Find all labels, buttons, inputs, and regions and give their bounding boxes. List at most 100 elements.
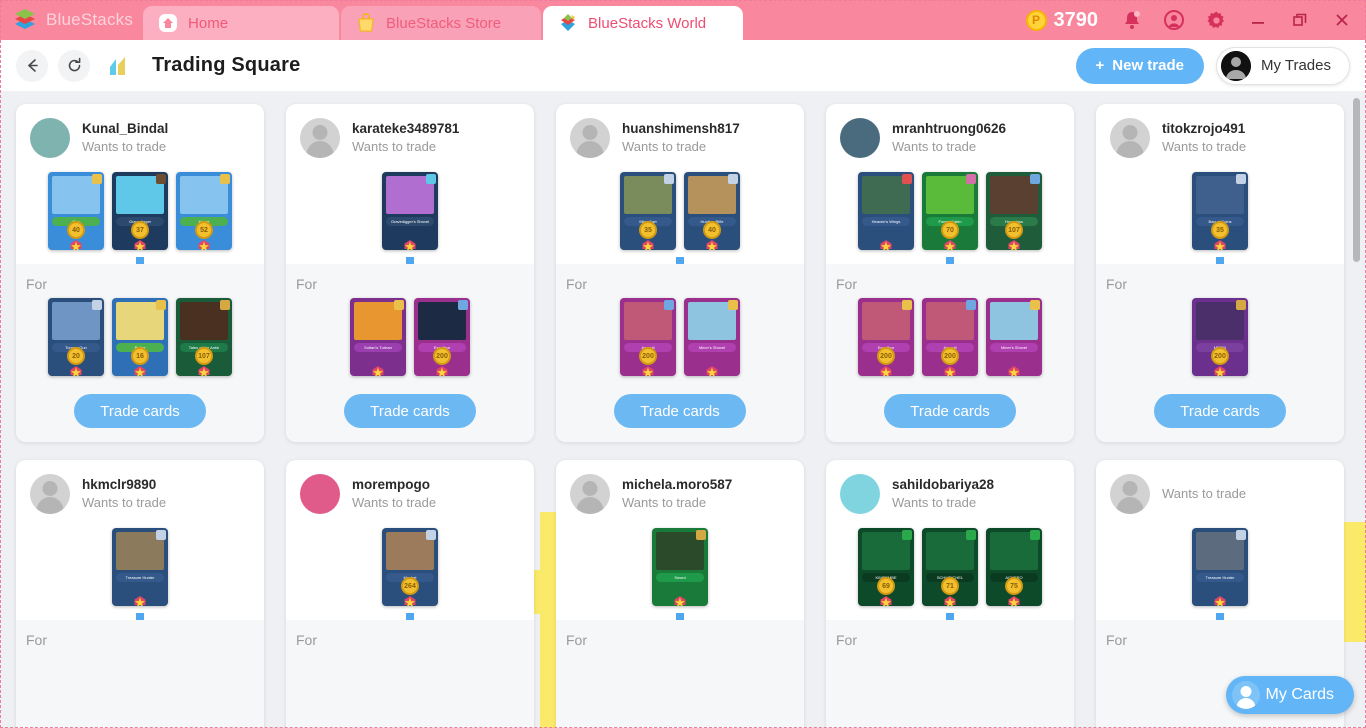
game-card[interactable]: Butter16★ [112, 298, 168, 376]
game-card[interactable]: Musket264★ [382, 528, 438, 606]
user-avatar[interactable] [570, 118, 610, 158]
game-card[interactable]: Forest Cabin70★ [922, 172, 978, 250]
user-avatar[interactable] [570, 474, 610, 514]
game-card[interactable]: MESSI200★ [1192, 298, 1248, 376]
rarity-badge-icon [1030, 174, 1040, 184]
minimize-button[interactable] [1238, 0, 1278, 40]
wants-to-trade-label: Wants to trade [82, 139, 167, 155]
scrollbar-thumb[interactable] [1353, 98, 1360, 262]
rarity-badge-icon [728, 174, 738, 184]
rarity-badge-icon [1236, 174, 1246, 184]
user-avatar[interactable] [840, 474, 880, 514]
user-avatar[interactable] [300, 474, 340, 514]
tab-bluestacks-world[interactable]: BlueStacks World [543, 6, 744, 40]
trade-cards-button[interactable]: Trade cards [1154, 394, 1286, 428]
trade-offer-card[interactable]: hkmclr9890 Wants to trade Treasure Hunter ★… [16, 460, 264, 728]
game-card[interactable]: Pup40★ [48, 172, 104, 250]
game-card[interactable]: Tommy Gun20★ [48, 298, 104, 376]
game-card-power: 75 [1005, 577, 1023, 595]
game-card[interactable]: Gravedigger's Shovel ★ [382, 172, 438, 250]
trade-offer-card[interactable]: michela.moro587 Wants to trade Sword ★ For [556, 460, 804, 728]
game-card[interactable]: Heaven's Wings ★ [858, 172, 914, 250]
game-card[interactable]: Gravedigger37★ [112, 172, 168, 250]
game-card[interactable]: Excalibur200★ [858, 298, 914, 376]
offered-cards: Treasure Hunter ★ [1096, 524, 1344, 620]
my-cards-button[interactable]: My Cards [1225, 676, 1354, 714]
requested-cards [296, 654, 524, 728]
game-card[interactable]: Treasure Hunter ★ [1192, 528, 1248, 606]
restore-button[interactable] [1280, 0, 1320, 40]
rarity-badge-icon [1030, 300, 1040, 310]
user-avatar[interactable] [30, 474, 70, 514]
points-counter[interactable]: P 3790 [1025, 9, 1098, 32]
rarity-badge-icon [902, 174, 912, 184]
game-card[interactable]: Tales of the Ankh107★ [176, 298, 232, 376]
game-card[interactable]: Assault200★ [620, 298, 676, 376]
trade-cards-button[interactable]: Trade cards [344, 394, 476, 428]
trade-card-header: Wants to trade [1096, 460, 1344, 524]
game-card[interactable]: Assault200★ [922, 298, 978, 376]
star-icon: ★ [880, 595, 892, 606]
trade-cards-button[interactable]: Trade cards [74, 394, 206, 428]
game-card-power: 264 [401, 577, 419, 595]
close-button[interactable] [1322, 0, 1362, 40]
user-avatar[interactable] [840, 118, 880, 158]
trade-offer-card[interactable]: sahildobariya28 Wants to trade KIMPEMBE69★… [826, 460, 1074, 728]
game-card[interactable]: KIMPEMBE69★ [858, 528, 914, 606]
wants-to-trade-label: Wants to trade [622, 495, 707, 511]
trade-cards-button[interactable]: Trade cards [884, 394, 1016, 428]
tab-bluestacks-store[interactable]: BlueStacks Store [341, 6, 542, 40]
user-avatar[interactable] [1110, 118, 1150, 158]
rarity-badge-icon [1030, 530, 1040, 540]
refresh-icon[interactable] [58, 49, 90, 82]
trade-offer-card[interactable]: mranhtruong0626 Wants to trade Heaven's Wi… [826, 104, 1074, 442]
game-card[interactable]: SCHMEICHEL71★ [922, 528, 978, 606]
game-card[interactable]: Excalibur200★ [414, 298, 470, 376]
game-card[interactable]: Treasure Hunter ★ [112, 528, 168, 606]
game-card[interactable]: Hourglass107★ [986, 172, 1042, 250]
account-icon[interactable] [1154, 0, 1194, 40]
wants-to-trade-label: Wants to trade [892, 495, 977, 511]
trade-offer-card[interactable]: titokzrojo491 Wants to trade Bag of Coins3… [1096, 104, 1344, 442]
requested-cards: Assault200★ Miner's Shovel ★ [566, 298, 794, 382]
star-icon: ★ [1214, 239, 1226, 250]
star-icon: ★ [1214, 595, 1226, 606]
trade-offer-card[interactable]: karateke3489781 Wants to trade Gravedigger… [286, 104, 534, 442]
requested-section: For [16, 620, 264, 728]
game-card[interactable]: Miner's Shovel ★ [986, 298, 1042, 376]
trade-cards-button[interactable]: Trade cards [614, 394, 746, 428]
my-trades-button[interactable]: My Trades [1215, 46, 1350, 85]
user-avatar[interactable] [30, 118, 70, 158]
rarity-badge-icon [156, 530, 166, 540]
game-card[interactable]: Mine Cart35★ [620, 172, 676, 250]
tab-home-label: Home [188, 14, 229, 32]
user-avatar[interactable] [300, 118, 340, 158]
trade-row: hkmclr9890 Wants to trade Treasure Hunter ★… [16, 460, 1346, 728]
game-card[interactable]: Horse52★ [176, 172, 232, 250]
offered-cards: Heaven's Wings★Forest Cabin70★Hourglass1… [826, 168, 1074, 264]
game-card[interactable]: Miner's Shovel ★ [684, 298, 740, 376]
settings-gear-icon[interactable] [1196, 0, 1236, 40]
notifications-icon[interactable] [1112, 0, 1152, 40]
game-card[interactable]: Hunting Rifle40★ [684, 172, 740, 250]
trade-offer-card[interactable]: Kunal_Bindal Wants to trade Pup40★Gravedig… [16, 104, 264, 442]
vertical-scrollbar[interactable] [1353, 92, 1363, 728]
brand: BlueStacks [8, 0, 143, 40]
requested-cards: MESSI200★ [1106, 298, 1334, 382]
trade-offer-card[interactable]: morempogo Wants to trade Musket264★ For [286, 460, 534, 728]
rarity-badge-icon [92, 174, 102, 184]
game-card-power: 70 [941, 221, 959, 239]
game-card[interactable]: Sultan's Turban ★ [350, 298, 406, 376]
rarity-badge-icon [220, 300, 230, 310]
new-trade-button[interactable]: + New trade [1075, 47, 1204, 84]
requested-cards: Excalibur200★Assault200★ Miner's Shovel ★ [836, 298, 1064, 382]
trade-offer-card[interactable]: huanshimensh817 Wants to trade Mine Cart35… [556, 104, 804, 442]
game-card[interactable]: Bag of Coins35★ [1192, 172, 1248, 250]
user-avatar[interactable] [1110, 474, 1150, 514]
game-card[interactable]: AGÜERO75★ [986, 528, 1042, 606]
tab-home[interactable]: Home [143, 6, 340, 40]
game-card-power: 200 [639, 347, 657, 365]
back-arrow-icon[interactable] [16, 49, 48, 82]
game-card[interactable]: Sword ★ [652, 528, 708, 606]
trade-card-header: huanshimensh817 Wants to trade [556, 104, 804, 168]
